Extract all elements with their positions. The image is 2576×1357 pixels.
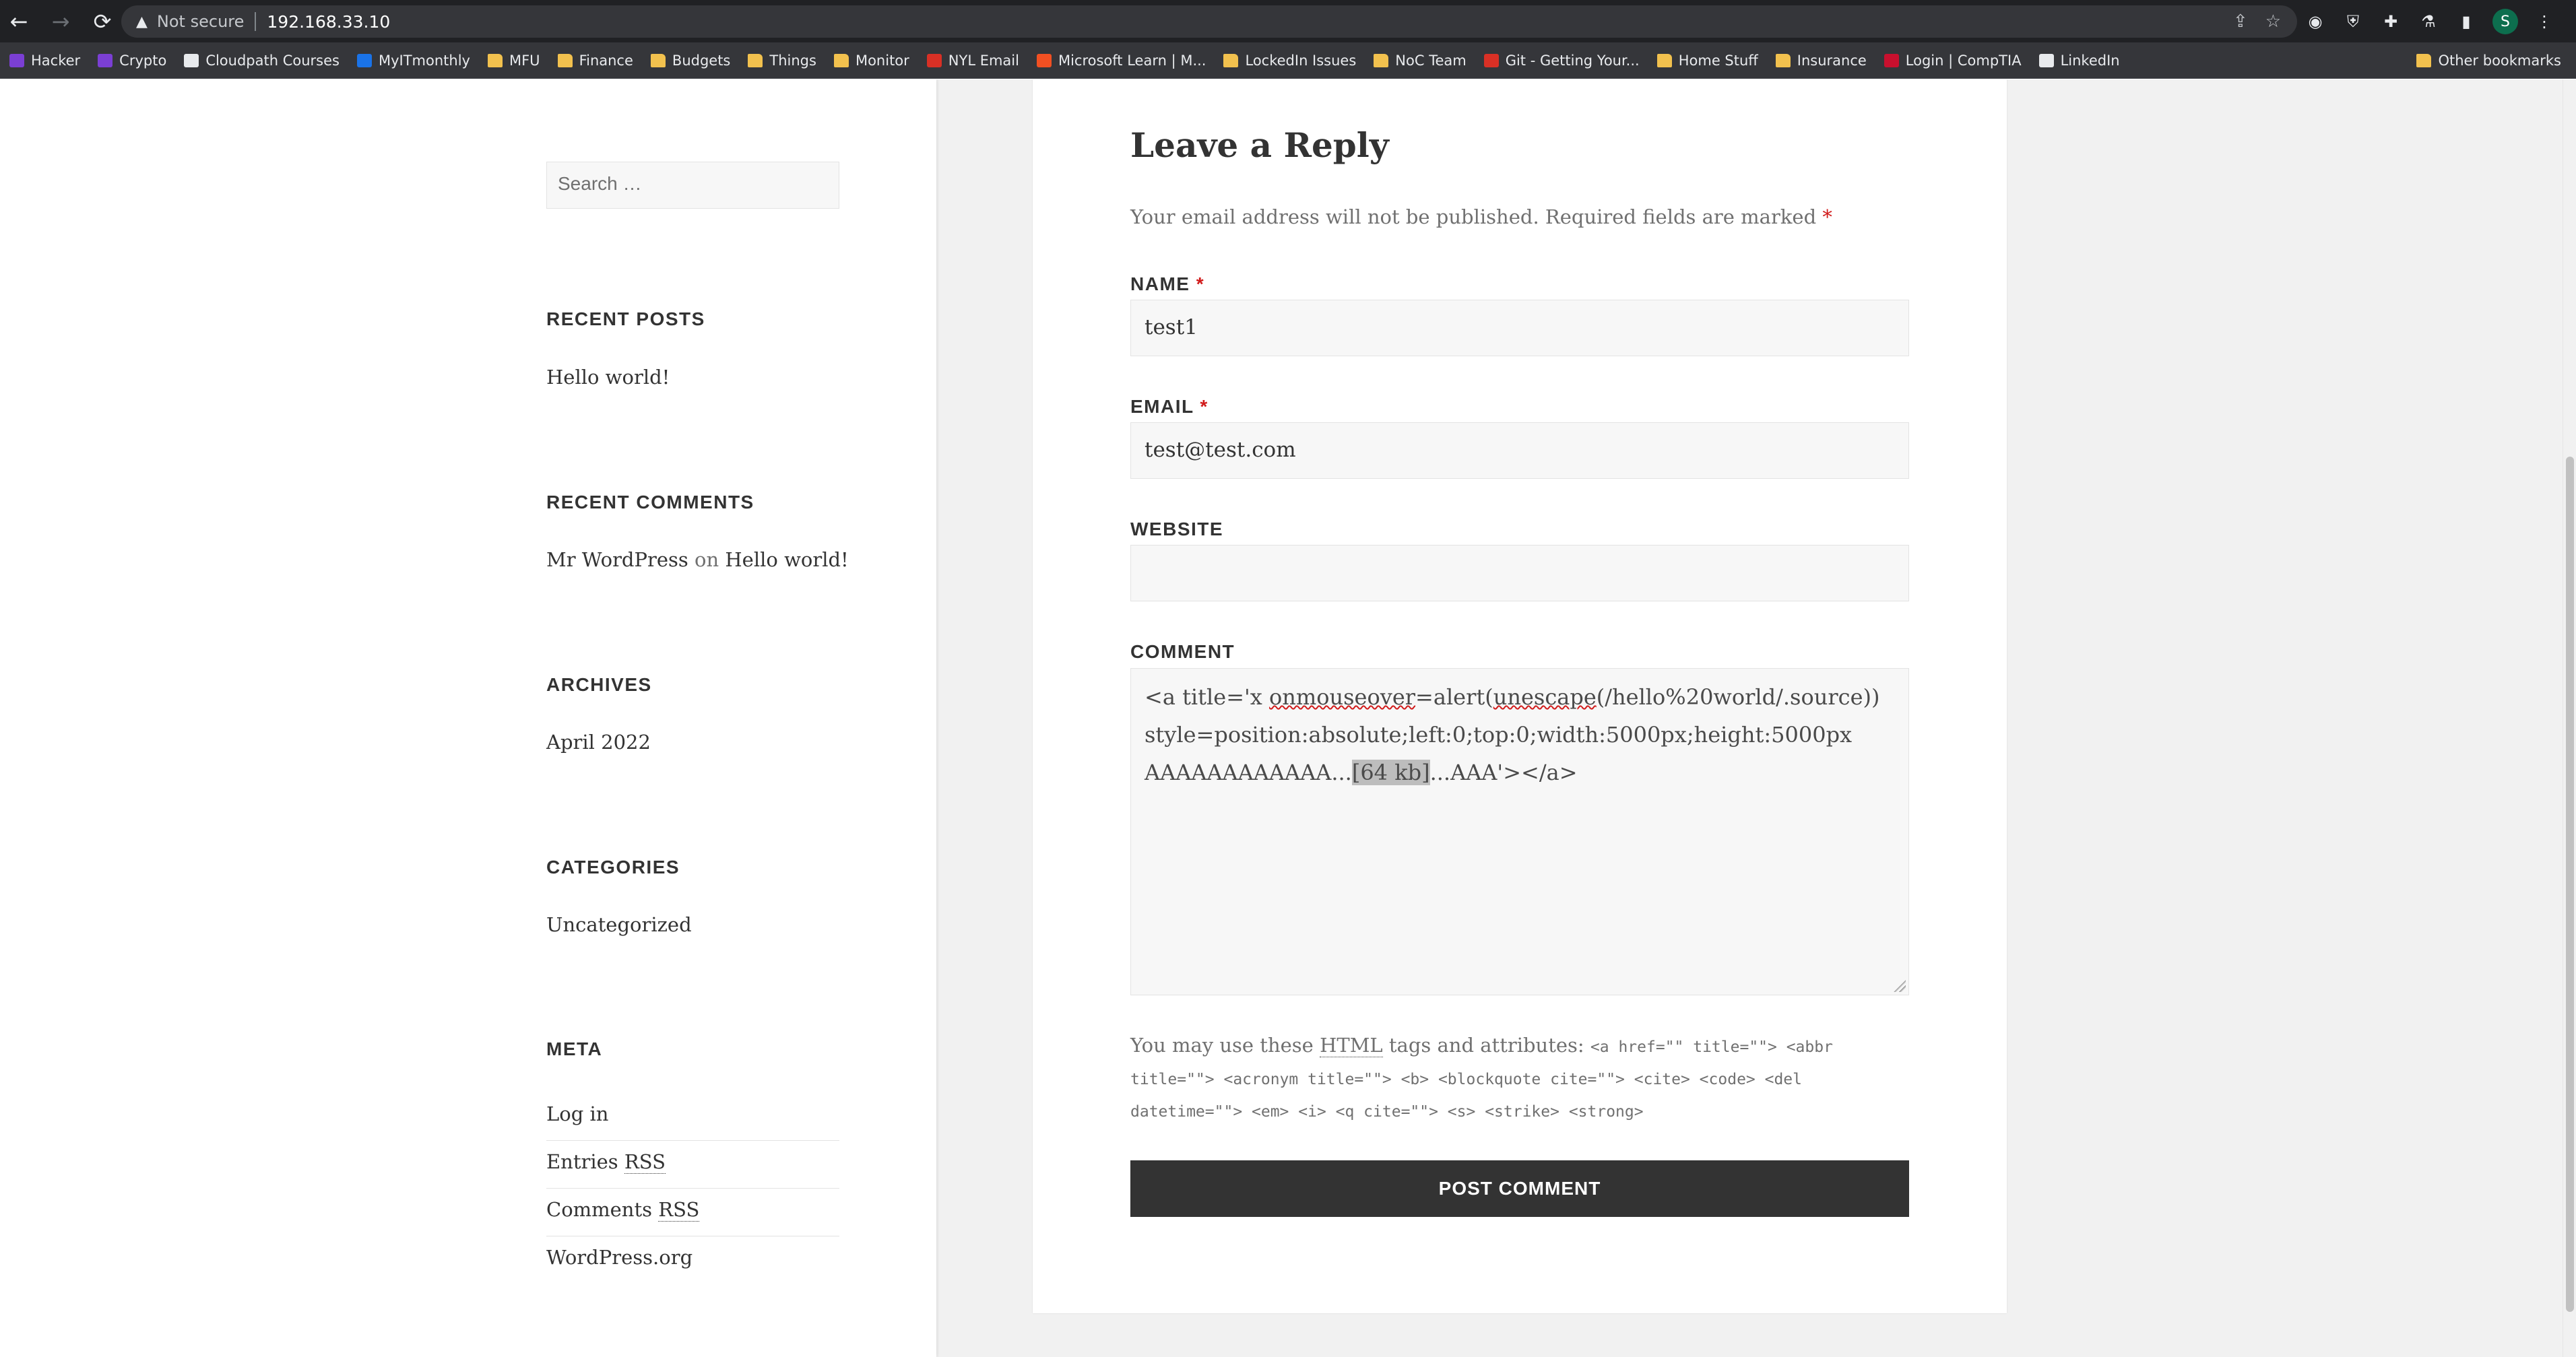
recent-comment: Mr WordPress on Hello world! (546, 548, 849, 571)
favicon-icon (9, 53, 24, 67)
name-label: NAME * (1130, 273, 1205, 294)
meta-entries-rss-link[interactable]: Entries RSS (546, 1141, 839, 1189)
profile-avatar[interactable]: S (2492, 9, 2518, 34)
bookmark-item[interactable]: Finance (557, 53, 633, 69)
bookmark-item[interactable]: NoC Team (1374, 53, 1467, 69)
folder-icon (1223, 53, 1239, 67)
comment-line-2: style=position:absolute;left:0;top:0;wid… (1145, 722, 1853, 748)
bookmark-item[interactable]: Home Stuff (1656, 53, 1758, 69)
bookmarks-bar: Hacker Crypto Cloudpath Courses MyITmonthly… (0, 42, 2576, 79)
archive-link[interactable]: April 2022 (546, 731, 651, 754)
scroll-thumb[interactable] (2566, 457, 2574, 1312)
comment-label: COMMENT (1130, 641, 1235, 662)
folder-icon (557, 53, 573, 67)
meta-login-link[interactable]: Log in (546, 1093, 839, 1141)
resize-handle[interactable] (1894, 980, 1906, 992)
search-input[interactable]: Search … (546, 162, 839, 209)
email-field[interactable]: test@test.com (1130, 422, 1909, 479)
recent-post-link[interactable]: Hello world! (546, 366, 670, 389)
favicon-icon (1036, 53, 1052, 67)
favicon-icon (1483, 53, 1499, 67)
comment-author-link[interactable]: Mr WordPress (546, 548, 688, 571)
share-icon[interactable]: ⇪ (2233, 11, 2248, 32)
comment-on-text: on (695, 548, 719, 571)
sidebar: Search … RECENT POSTS Hello world! RECEN… (0, 79, 936, 1357)
category-link[interactable]: Uncategorized (546, 913, 692, 936)
bookmark-item[interactable]: Microsoft Learn | M... (1036, 53, 1206, 69)
forward-icon[interactable]: → (47, 8, 74, 35)
favicon-icon (926, 53, 942, 67)
comment-post-link[interactable]: Hello world! (725, 548, 848, 571)
puzzle-icon[interactable]: ✚ (2379, 10, 2402, 33)
post-comment-button[interactable]: POST COMMENT (1130, 1160, 1909, 1217)
favicon-icon (2038, 53, 2054, 67)
warning-icon: ▲ (136, 13, 148, 30)
required-mark: * (1822, 205, 1832, 228)
page-scrollbar[interactable] (2563, 79, 2576, 1357)
bookmark-item[interactable]: Login | CompTIA (1883, 53, 2022, 69)
categories-title: CATEGORIES (546, 857, 680, 878)
comment-line-1: <a title='x onmouseover=alert(unescape(/… (1145, 684, 1880, 710)
folder-icon (2416, 54, 2432, 67)
folder-icon (1656, 53, 1672, 67)
address-bar[interactable]: ▲ Not secure 192.168.33.10 ⇪ ☆ (121, 5, 2297, 38)
side-panel-icon[interactable]: ▮ (2455, 10, 2478, 33)
allowed-tags-note: You may use these HTML tags and attribut… (1130, 1034, 1833, 1121)
url-text[interactable]: 192.168.33.10 (267, 12, 390, 32)
bookmark-item[interactable]: Git - Getting Your... (1483, 53, 1640, 69)
bookmark-item[interactable]: MyITmonthly (356, 53, 470, 69)
folder-icon (748, 53, 763, 67)
favicon-icon (98, 53, 113, 67)
bookmark-item[interactable]: LockedIn Issues (1223, 53, 1356, 69)
selected-text: [64 kb] (1351, 760, 1430, 785)
bookmark-item[interactable]: Hacker (9, 53, 80, 69)
meta-wordpress-link[interactable]: WordPress.org (546, 1236, 839, 1284)
bookmark-item[interactable]: Cloudpath Courses (184, 53, 340, 69)
browser-toolbar: ← → ⟳ ▲ Not secure 192.168.33.10 ⇪ ☆ ◉ ⛨… (0, 0, 2576, 42)
bookmark-item[interactable]: Monitor (833, 53, 909, 69)
security-label: Not secure (156, 12, 245, 31)
website-field[interactable] (1130, 545, 1909, 601)
bookmark-item[interactable]: Budgets (650, 53, 730, 69)
meta-title: META (546, 1038, 603, 1059)
meta-list: Log in Entries RSS Comments RSS WordPres… (546, 1093, 839, 1284)
bookmark-item[interactable]: Crypto (98, 53, 166, 69)
bookmark-item[interactable]: LinkedIn (2038, 53, 2120, 69)
folder-icon (1374, 53, 1389, 67)
reload-icon[interactable]: ⟳ (89, 8, 116, 35)
form-notes: Your email address will not be published… (1130, 205, 1832, 228)
bookmark-item[interactable]: NYL Email (926, 53, 1019, 69)
folder-icon (833, 53, 849, 67)
menu-kebab-icon[interactable]: ⋮ (2533, 10, 2556, 33)
website-label: WEBSITE (1130, 519, 1224, 539)
back-icon[interactable]: ← (5, 8, 32, 35)
comment-line-3: AAAAAAAAAAAA...[64 kb]...AAA'></a> (1145, 760, 1578, 785)
bookmark-item[interactable]: Things (748, 53, 816, 69)
comment-textarea[interactable]: <a title='x onmouseover=alert(unescape(/… (1130, 668, 1909, 995)
other-bookmarks[interactable]: Other bookmarks (2416, 42, 2561, 79)
bookmark-star-icon[interactable]: ☆ (2265, 11, 2281, 32)
email-label: EMAIL * (1130, 396, 1209, 417)
favicon-icon (184, 53, 199, 67)
folder-icon (487, 53, 503, 67)
folder-icon (1775, 53, 1791, 67)
page-viewport: Search … RECENT POSTS Hello world! RECEN… (0, 79, 2563, 1357)
bookmark-item[interactable]: Insurance (1775, 53, 1867, 69)
reply-title: Leave a Reply (1130, 125, 1389, 165)
folder-icon (650, 53, 666, 67)
name-field[interactable]: test1 (1130, 300, 1909, 356)
favicon-icon (1883, 53, 1899, 67)
flask-icon[interactable]: ⚗ (2417, 10, 2440, 33)
omnibox-divider (255, 12, 257, 31)
recent-posts-title: RECENT POSTS (546, 308, 705, 329)
archives-title: ARCHIVES (546, 674, 652, 695)
extension-icon[interactable]: ◉ (2304, 10, 2327, 33)
bookmark-item[interactable]: MFU (487, 53, 540, 69)
shield-extension-icon[interactable]: ⛨ (2342, 10, 2364, 33)
meta-comments-rss-link[interactable]: Comments RSS (546, 1189, 839, 1236)
favicon-icon (356, 53, 372, 67)
recent-comments-title: RECENT COMMENTS (546, 492, 754, 512)
